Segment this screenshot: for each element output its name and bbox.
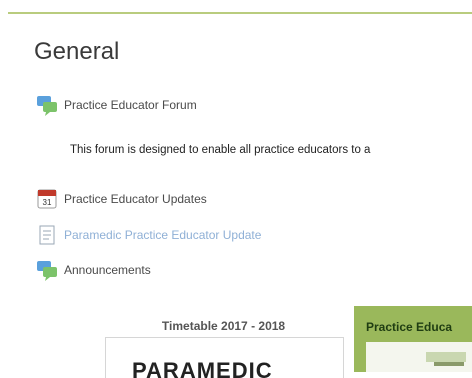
timetable-tile[interactable]: Timetable 2017 - 2018 PARAMEDIC [105, 315, 344, 378]
activity-updates-link[interactable]: Practice Educator Updates [64, 192, 207, 206]
activity-updates[interactable]: 31 Practice Educator Updates [36, 188, 207, 210]
activity-forum[interactable]: Practice Educator Forum [36, 94, 197, 116]
calendar-icon: 31 [36, 188, 58, 210]
poster-title: PARAMEDIC [132, 358, 273, 378]
activity-announcements-link[interactable]: Announcements [64, 263, 151, 277]
activity-paramedic-update[interactable]: Paramedic Practice Educator Update [36, 224, 261, 246]
forum-description: This forum is designed to enable all pra… [70, 144, 371, 156]
preview-thumbnail [426, 352, 466, 362]
section-title: General [34, 38, 120, 65]
forum-icon [36, 94, 58, 116]
activity-forum-link[interactable]: Practice Educator Forum [64, 98, 197, 112]
practice-educator-caption: Practice Educa [366, 320, 453, 334]
activity-paramedic-update-link[interactable]: Paramedic Practice Educator Update [64, 228, 261, 242]
page-icon [36, 224, 58, 246]
activity-announcements[interactable]: Announcements [36, 259, 151, 281]
forum-icon [36, 259, 58, 281]
practice-educator-tile[interactable]: Practice Educa [354, 306, 472, 372]
preview-thumbnail-line [434, 362, 464, 366]
svg-text:31: 31 [43, 198, 52, 207]
timetable-caption: Timetable 2017 - 2018 [161, 319, 286, 333]
section-divider [8, 12, 472, 14]
practice-educator-preview[interactable] [366, 342, 472, 372]
